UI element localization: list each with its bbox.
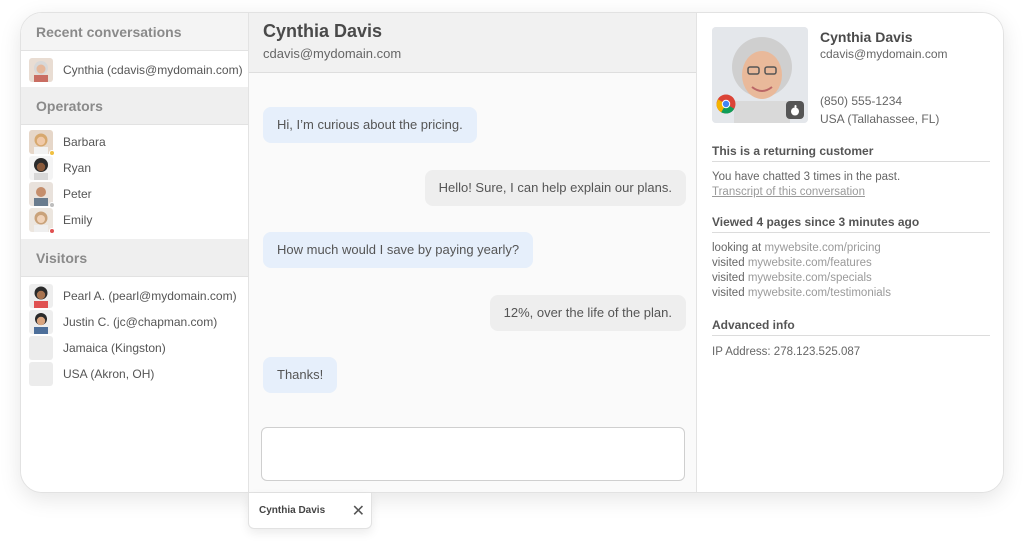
chat-console-window: Recent conversations Cynthia (cdavis@myd… [20,12,1004,493]
message-bubble-operator: 12%, over the life of the plan. [489,295,686,331]
avatar [29,156,53,180]
visitor-item[interactable]: Justin C. (jc@chapman.com) [21,309,248,335]
visitors-heading: Visitors [21,239,248,277]
list-item-label: Cynthia (cdavis@mydomain.com) [63,63,243,77]
profile-photo [712,27,808,123]
chat-panel: Cynthia Davis cdavis@mydomain.com Hi, I’… [249,13,697,492]
page-visit-item: visited mywebsite.com/features [712,257,872,269]
ip-address-text: IP Address: 278.123.525.087 [712,346,861,358]
returning-customer-heading: This is a returning customer [712,144,990,162]
list-item-label: Barbara [63,135,106,149]
message-input[interactable] [261,427,685,481]
avatar-placeholder [29,336,53,360]
page-url[interactable]: mywebsite.com/features [748,257,872,269]
operator-item[interactable]: Emily [21,207,248,234]
advanced-info-heading: Advanced info [712,318,990,336]
viewed-pages-heading: Viewed 4 pages since 3 minutes ago [712,215,990,233]
list-item-label: USA (Akron, OH) [63,367,155,381]
operators-heading: Operators [21,87,248,125]
profile-location: USA (Tallahassee, FL) [820,112,940,126]
page-url[interactable]: mywebsite.com/specials [748,272,872,284]
operator-item[interactable]: Peter [21,181,248,208]
message-bubble-visitor: Thanks! [263,357,338,393]
apple-icon [786,101,804,119]
chat-contact-name: Cynthia Davis [263,21,383,41]
page-visit-item: looking at mywebsite.com/pricing [712,242,881,254]
list-item-label: Pearl A. (pearl@mydomain.com) [63,289,237,303]
avatar [29,58,53,82]
message-bubble-visitor: Hi, I’m curious about the pricing. [263,107,477,143]
chat-history-text: You have chatted 3 times in the past. [712,171,901,183]
chat-tab[interactable]: Cynthia Davis ✕ [248,493,372,529]
list-item-label: Emily [63,213,93,227]
recent-conversation-item[interactable]: Cynthia (cdavis@mydomain.com) [21,57,248,83]
message-bubble-visitor: How much would I save by paying yearly? [263,232,534,268]
visitor-details-panel: Cynthia Davis cdavis@mydomain.com (850) … [697,13,1003,492]
profile-email: cdavis@mydomain.com [820,47,948,61]
sidebar: Recent conversations Cynthia (cdavis@myd… [21,13,249,492]
list-item-label: Ryan [63,161,92,175]
avatar [29,310,53,334]
profile-phone: (850) 555-1234 [820,94,903,108]
page-visit-item: visited mywebsite.com/testimonials [712,287,891,299]
avatar [29,284,53,308]
operator-item[interactable]: Ryan [21,155,248,181]
close-icon[interactable]: ✕ [352,501,365,521]
profile-name: Cynthia Davis [820,29,913,45]
page-url[interactable]: mywebsite.com/pricing [764,242,880,254]
status-dot [49,228,55,234]
operator-item[interactable]: Barbara [21,129,248,156]
message-bubble-operator: Hello! Sure, I can help explain our plan… [424,170,686,206]
list-item-label: Justin C. (jc@chapman.com) [63,315,218,329]
chat-header: Cynthia Davis cdavis@mydomain.com [249,13,696,73]
chrome-icon [716,94,736,119]
visitor-item[interactable]: Pearl A. (pearl@mydomain.com) [21,283,248,309]
avatar [29,208,55,234]
chat-tab-label: Cynthia Davis [259,505,326,516]
avatar [29,130,55,156]
recent-conversations-heading: Recent conversations [21,13,248,51]
viewed-pages-list: looking at mywebsite.com/pricing visited… [712,241,891,301]
avatar-placeholder [29,362,53,386]
visitor-item[interactable]: USA (Akron, OH) [21,361,248,387]
page-url[interactable]: mywebsite.com/testimonials [748,287,891,299]
list-item-label: Peter [63,187,92,201]
chat-contact-email: cdavis@mydomain.com [263,46,402,61]
transcript-link[interactable]: Transcript of this conversation [712,186,865,198]
page-visit-item: visited mywebsite.com/specials [712,272,872,284]
list-item-label: Jamaica (Kingston) [63,341,166,355]
visitor-item[interactable]: Jamaica (Kingston) [21,335,248,361]
avatar [29,182,55,208]
